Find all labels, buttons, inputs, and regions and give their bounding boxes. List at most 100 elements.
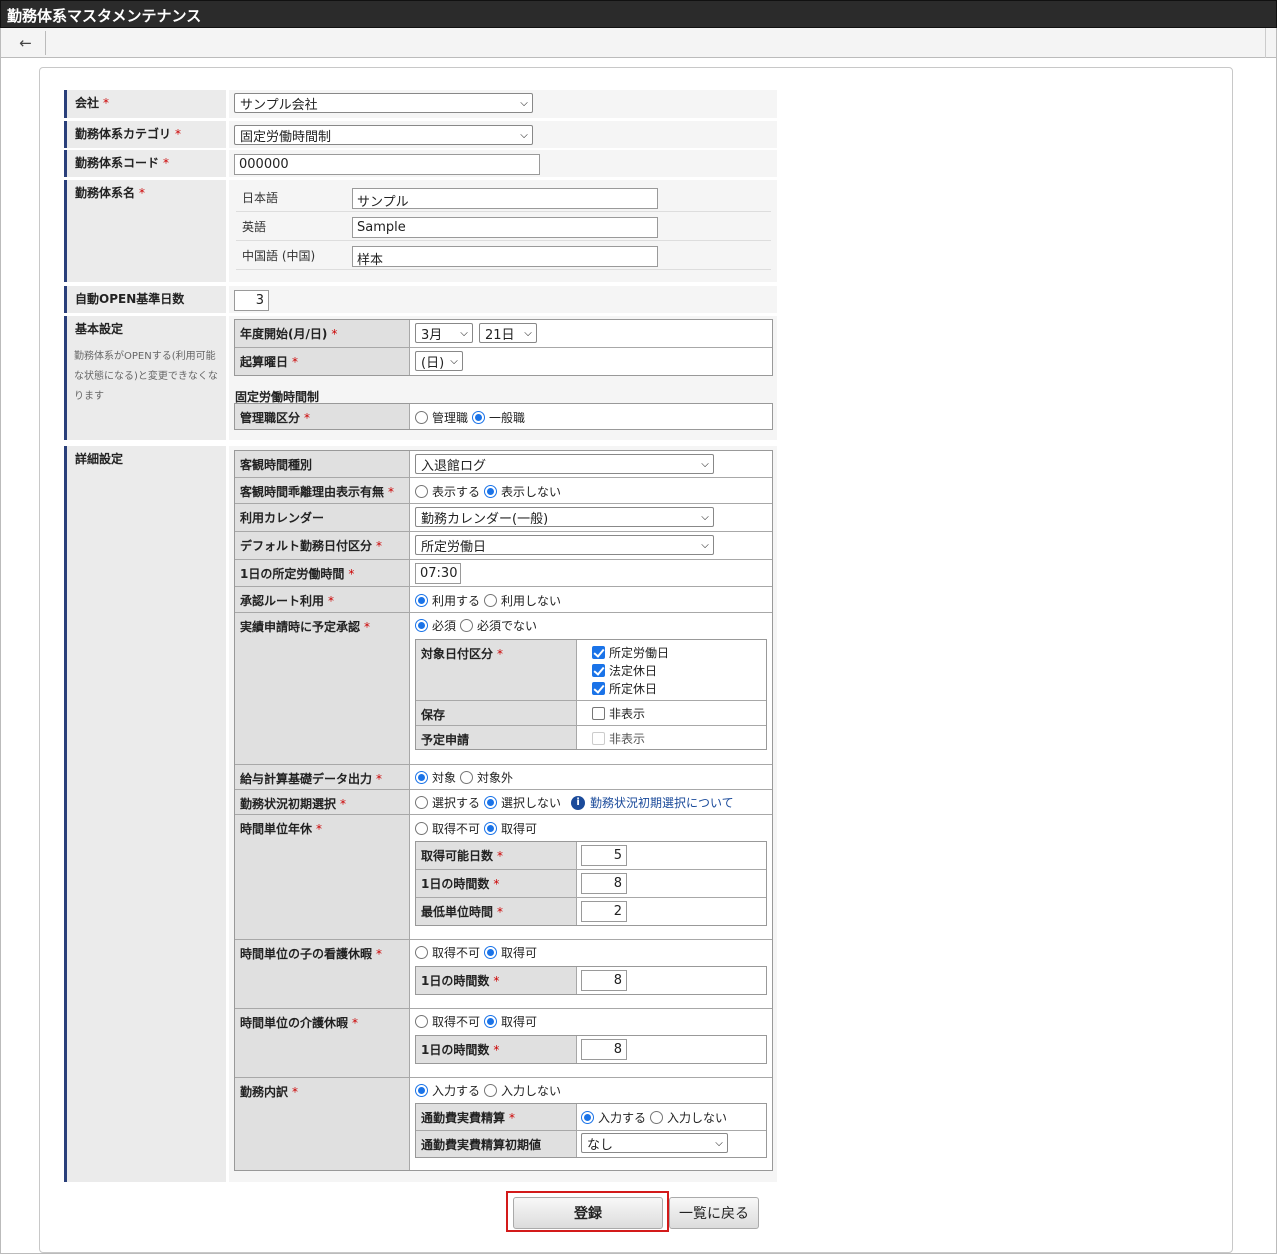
default-date-type-select[interactable]: 所定労働日 ⌵ (415, 535, 714, 555)
plan-request-hide-check: 非表示 (592, 730, 645, 747)
save-hide-check[interactable]: 非表示 (592, 705, 645, 722)
fiscal-month-select[interactable]: 3月 ⌵ (415, 323, 473, 343)
auto-open-input[interactable]: 3 (234, 290, 269, 311)
radio-manager[interactable]: 管理職 (415, 409, 468, 426)
radio-general[interactable]: 一般職 (472, 409, 525, 426)
target-date-check-1[interactable]: 所定労働日 (592, 644, 669, 661)
radio-target[interactable]: 対象 (415, 769, 456, 786)
chevron-down-icon: ⌵ (520, 130, 528, 141)
payroll-output-label: 給与計算基礎データ出力 * (235, 765, 409, 789)
radio-available[interactable]: 取得可 (484, 944, 537, 961)
category-label: 勤務体系カテゴリ * (64, 121, 226, 148)
radio-checked-icon (484, 1015, 498, 1028)
lang-en-label: 英語 (242, 220, 267, 234)
nursing-care-hours-label: 1日の時間数 * (416, 1036, 576, 1063)
radio-no-input[interactable]: 入力しない (650, 1109, 727, 1126)
auto-open-cell (229, 286, 777, 313)
plan-approval-radios: 必須 必須でない (415, 617, 541, 634)
name-ja-input[interactable]: サンプル (352, 188, 658, 210)
target-date-check-3[interactable]: 所定休日 (592, 680, 657, 697)
name-en-input[interactable]: Sample (352, 217, 658, 238)
child-care-radios: 取得不可 取得可 (415, 944, 541, 961)
radio-checked-icon (484, 796, 498, 809)
divider (409, 404, 410, 429)
daily-hours-label: 1日の所定労働時間 * (235, 560, 409, 586)
info-icon: i (571, 795, 586, 810)
divider (236, 269, 771, 270)
calendar-label: 利用カレンダー (235, 504, 409, 531)
radio-icon (415, 796, 428, 809)
start-weekday-select[interactable]: (日) ⌵ (415, 351, 463, 371)
radio-unavailable[interactable]: 取得不可 (415, 944, 480, 961)
manager-type-radios: 管理職 一般職 (415, 409, 529, 426)
radio-icon (460, 619, 474, 632)
target-date-check-2[interactable]: 法定休日 (592, 662, 657, 679)
calendar-select[interactable]: 勤務カレンダー(一般) ⌵ (415, 507, 714, 527)
hours-per-day-input[interactable]: 8 (581, 873, 627, 894)
child-care-hours-input[interactable]: 8 (581, 970, 627, 991)
radio-input[interactable]: 入力する (415, 1082, 480, 1099)
radio-not-use[interactable]: 利用しない (484, 592, 561, 609)
category-select[interactable]: 固定労働時間制 ⌵ (234, 125, 533, 145)
name-zh-input[interactable]: 样本 (352, 246, 658, 268)
radio-checked-icon (415, 619, 428, 632)
radio-hide[interactable]: 表示しない (484, 483, 561, 500)
radio-not-required[interactable]: 必須でない (460, 617, 537, 634)
radio-required[interactable]: 必須 (415, 617, 456, 634)
start-weekday-label: 起算曜日 * (235, 348, 409, 375)
radio-available[interactable]: 取得可 (484, 820, 537, 837)
radio-show[interactable]: 表示する (415, 483, 480, 500)
radio-non-target[interactable]: 対象外 (460, 769, 513, 786)
radio-checked-icon (415, 594, 428, 607)
nursing-care-hours-input[interactable]: 8 (581, 1039, 627, 1060)
available-days-input[interactable]: 5 (581, 845, 627, 866)
toolbar-divider (1265, 28, 1266, 58)
objective-time-select[interactable]: 入退館ログ ⌵ (415, 454, 714, 474)
radio-checked-icon (581, 1111, 594, 1124)
divider (236, 211, 771, 212)
checkbox-checked-icon (592, 664, 605, 677)
detail-label: 詳細設定 (64, 446, 226, 1182)
back-to-list-button[interactable]: 一覧に戻る (669, 1197, 759, 1229)
min-unit-label: 最低単位時間 * (416, 898, 576, 925)
chevron-down-icon: ⌵ (701, 540, 709, 551)
company-select[interactable]: サンプル会社 ⌵ (234, 93, 533, 113)
target-date-label: 対象日付区分 * (416, 640, 576, 700)
nursing-care-radios: 取得不可 取得可 (415, 1013, 541, 1030)
available-days-label: 取得可能日数 * (416, 842, 576, 869)
radio-available[interactable]: 取得可 (484, 1013, 537, 1030)
nursing-care-label: 時間単位の介護休暇 * (235, 1009, 409, 1077)
radio-unavailable[interactable]: 取得不可 (415, 1013, 480, 1030)
daily-hours-input[interactable]: 07:30 (415, 563, 461, 584)
deviation-reason-radios: 表示する 表示しない (415, 483, 565, 500)
radio-no-input[interactable]: 入力しない (484, 1082, 561, 1099)
divider (236, 240, 771, 241)
divider (576, 967, 577, 994)
fiscal-day-select[interactable]: 21日 ⌵ (479, 323, 537, 343)
radio-use[interactable]: 利用する (415, 592, 480, 609)
save-label: 保存 (416, 701, 576, 725)
chevron-down-icon: ⌵ (524, 328, 532, 339)
radio-no-select[interactable]: 選択しない (484, 794, 561, 811)
register-button[interactable]: 登録 (513, 1197, 663, 1229)
radio-icon (484, 1084, 498, 1097)
child-care-hours-label: 1日の時間数 * (416, 967, 576, 994)
code-input[interactable]: 000000 (234, 154, 540, 175)
status-init-help-link[interactable]: 勤務状況初期選択について (590, 794, 734, 811)
min-unit-input[interactable]: 2 (581, 901, 627, 922)
divider (576, 640, 577, 749)
arrow-left-icon: ← (19, 34, 32, 52)
payroll-output-radios: 対象 対象外 (415, 769, 517, 786)
commute-default-select[interactable]: なし ⌵ (581, 1133, 728, 1153)
lang-ja-label: 日本語 (242, 191, 279, 205)
radio-unavailable[interactable]: 取得不可 (415, 820, 480, 837)
radio-input[interactable]: 入力する (581, 1109, 646, 1126)
approval-route-label: 承認ルート利用 * (235, 587, 409, 612)
plan-request-label: 予定申請 (416, 726, 576, 749)
radio-checked-icon (415, 1084, 428, 1097)
radio-select[interactable]: 選択する (415, 794, 480, 811)
back-button[interactable]: ← (6, 31, 46, 55)
radio-checked-icon (484, 485, 498, 498)
title-bar: 勤務体系マスタメンテナンス (0, 0, 1277, 28)
checkbox-icon (592, 707, 605, 720)
